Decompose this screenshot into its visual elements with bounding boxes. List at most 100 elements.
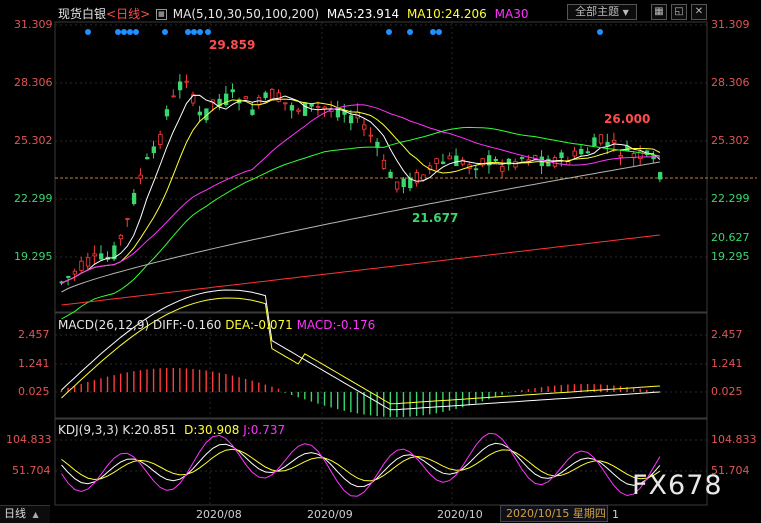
- macd-axis-right-2: 1.241: [711, 357, 743, 370]
- ma50-line: [61, 126, 661, 320]
- candle-body: [230, 89, 235, 93]
- candle-body: [164, 109, 170, 117]
- candle-body: [92, 253, 97, 257]
- signal-dot: [430, 29, 436, 35]
- kdj-axis-right-1: 104.833: [711, 433, 757, 446]
- candle-body: [309, 104, 314, 107]
- candle-body: [243, 96, 249, 100]
- ma10-line: [61, 98, 661, 284]
- signal-dot: [85, 29, 91, 35]
- signal-dot: [191, 29, 197, 35]
- candle-body: [289, 105, 295, 111]
- price-axis-right-4: 22.299: [711, 192, 750, 205]
- candle-body: [401, 178, 406, 188]
- candle-body: [394, 181, 400, 190]
- date-label-oct: 2020/10: [437, 508, 483, 521]
- signal-dot: [127, 29, 133, 35]
- kdj-k: K:20.851: [122, 423, 177, 437]
- chart-canvas[interactable]: [0, 0, 761, 523]
- watermark-fx678: FX678: [632, 470, 723, 501]
- candle-body: [592, 137, 597, 147]
- candle-body: [441, 161, 446, 164]
- signal-dot: [597, 29, 603, 35]
- candle-body: [151, 146, 156, 154]
- price-axis-left-1: 31.309: [14, 18, 53, 31]
- candle-body: [335, 108, 341, 118]
- candle-body: [276, 92, 281, 102]
- kdj-title: KDJ(9,3,3): [58, 423, 119, 437]
- date-label-aug: 2020/08: [196, 508, 242, 521]
- kdj-d-line: [61, 448, 661, 482]
- candle-body: [79, 260, 84, 271]
- period-tab[interactable]: 日线 ▲: [0, 505, 50, 523]
- candle-body: [171, 95, 176, 98]
- candle-body: [184, 80, 189, 83]
- signal-dot: [115, 29, 121, 35]
- candle-body: [572, 150, 577, 157]
- macd-dea: DEA:-0.071: [225, 318, 293, 332]
- candle-body: [296, 109, 301, 112]
- candle-body: [85, 257, 91, 267]
- candle-body: [388, 171, 393, 178]
- macd-axis-right-3: 0.025: [711, 385, 743, 398]
- signal-dot: [133, 29, 139, 35]
- candle-body: [447, 155, 452, 160]
- current-price-tag: 20.627: [711, 231, 750, 244]
- candle-body: [66, 276, 71, 278]
- candle-body: [526, 159, 531, 162]
- price-axis-left-2: 28.306: [14, 76, 53, 89]
- macd-axis-right-1: 2.457: [711, 328, 743, 341]
- date-label-sep: 2020/09: [307, 508, 353, 521]
- candle-body: [125, 218, 130, 220]
- candle-body: [283, 102, 288, 105]
- candle-body: [250, 109, 255, 115]
- ma5-line: [61, 94, 661, 284]
- macd-header: MACD(26,12,9) DIFF:-0.160 DEA:-0.071 MAC…: [58, 318, 375, 332]
- candle-body: [513, 161, 518, 168]
- macd-value: MACD:-0.176: [296, 318, 376, 332]
- macd-axis-left-2: 1.241: [18, 357, 50, 370]
- candle-body: [658, 172, 663, 180]
- candle-body: [473, 168, 479, 171]
- signal-dot: [197, 29, 203, 35]
- price-panel-frame: [54, 21, 708, 313]
- macd-axis-left-3: 0.025: [18, 385, 50, 398]
- candle-body: [500, 166, 505, 172]
- kdj-k-line: [61, 442, 661, 488]
- annotation-recent-high: 26.000: [604, 112, 651, 126]
- signal-dot: [162, 29, 168, 35]
- candle-body: [131, 192, 137, 205]
- candle-body: [158, 134, 163, 145]
- signal-dot: [436, 29, 442, 35]
- cursor-suffix: 1: [612, 508, 619, 521]
- macd-dea-line: [61, 297, 660, 405]
- chevron-up-icon: ▲: [32, 510, 39, 519]
- macd-axis-left-1: 2.457: [18, 328, 50, 341]
- price-axis-left-5: 19.295: [14, 250, 53, 263]
- price-axis-right-5: 19.295: [711, 250, 750, 263]
- price-axis-right-2: 28.306: [711, 76, 750, 89]
- candle-body: [316, 106, 321, 108]
- ma200-line: [61, 234, 660, 306]
- candle-body: [145, 157, 150, 160]
- kdj-axis-left-1: 104.833: [6, 433, 52, 446]
- macd-diff: DIFF:-0.160: [152, 318, 222, 332]
- candle-body: [177, 81, 183, 91]
- candle-body: [138, 174, 143, 179]
- candle-body: [99, 253, 104, 260]
- candle-body: [322, 106, 327, 110]
- signal-dot: [386, 29, 392, 35]
- candle-body: [263, 92, 268, 98]
- candle-body: [611, 139, 617, 144]
- price-axis-right-1: 31.309: [711, 18, 750, 31]
- candle-body: [598, 134, 604, 144]
- candle-body: [559, 152, 564, 159]
- annotation-low: 21.677: [412, 211, 459, 225]
- kdj-axis-left-2: 51.704: [12, 464, 51, 477]
- annotation-high: 29.859: [209, 38, 256, 52]
- signal-dot: [185, 29, 191, 35]
- price-axis-left-4: 22.299: [14, 192, 53, 205]
- ma100-line: [61, 161, 660, 293]
- candle-body: [362, 124, 367, 130]
- cursor-date: 2020/10/15 星期四: [506, 507, 606, 520]
